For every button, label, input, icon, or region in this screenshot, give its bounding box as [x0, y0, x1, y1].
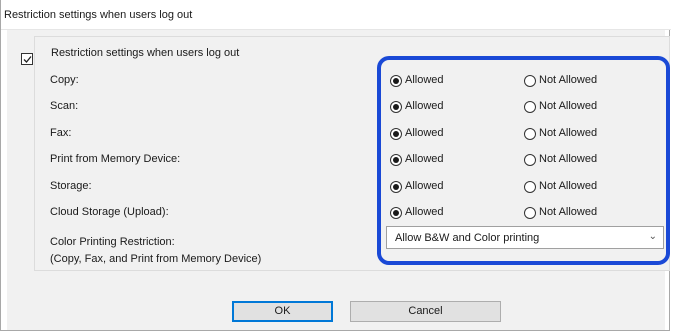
- radio-not-allowed-label[interactable]: Not Allowed: [539, 180, 597, 192]
- color-restriction-label: Color Printing Restriction:: [50, 236, 175, 248]
- radio-not-allowed-storage[interactable]: [524, 181, 536, 193]
- radio-not-allowed-label[interactable]: Not Allowed: [539, 74, 597, 86]
- radio-not-allowed-copy[interactable]: [524, 75, 536, 87]
- row-label-copy: Copy:: [50, 74, 79, 86]
- radio-not-allowed-cloud-storage-upload[interactable]: [524, 207, 536, 219]
- radio-not-allowed-label[interactable]: Not Allowed: [539, 153, 597, 165]
- radio-allowed-scan[interactable]: [390, 101, 402, 113]
- radio-not-allowed-scan[interactable]: [524, 101, 536, 113]
- radio-not-allowed-print-from-memory-device[interactable]: [524, 154, 536, 166]
- row-label-cloud-storage-upload: Cloud Storage (Upload):: [50, 206, 169, 218]
- radio-not-allowed-label[interactable]: Not Allowed: [539, 100, 597, 112]
- color-printing-restriction-value: Allow B&W and Color printing: [395, 232, 540, 244]
- radio-allowed-fax[interactable]: [390, 128, 402, 140]
- title-bar: Restriction settings when users log out: [1, 0, 671, 30]
- radio-allowed-label[interactable]: Allowed: [405, 74, 444, 86]
- radio-allowed-cloud-storage-upload[interactable]: [390, 207, 402, 219]
- restriction-group-label: Restriction settings when users log out: [51, 47, 240, 59]
- radio-not-allowed-label[interactable]: Not Allowed: [539, 206, 597, 218]
- color-restriction-sublabel: (Copy, Fax, and Print from Memory Device…: [50, 253, 262, 265]
- restriction-master-checkbox[interactable]: [21, 53, 33, 65]
- radio-not-allowed-fax[interactable]: [524, 128, 536, 140]
- radio-allowed-print-from-memory-device[interactable]: [390, 154, 402, 166]
- radio-allowed-storage[interactable]: [390, 181, 402, 193]
- radio-allowed-label[interactable]: Allowed: [405, 100, 444, 112]
- checkmark-icon: [23, 56, 32, 63]
- row-label-fax: Fax:: [50, 127, 72, 139]
- window-title: Restriction settings when users log out: [4, 9, 193, 21]
- radio-allowed-label[interactable]: Allowed: [405, 127, 444, 139]
- chevron-down-icon: ⌄: [648, 231, 657, 242]
- row-label-print-from-memory-device: Print from Memory Device:: [50, 153, 181, 165]
- row-label-storage: Storage:: [50, 180, 92, 192]
- row-label-scan: Scan:: [50, 100, 79, 112]
- radio-allowed-label[interactable]: Allowed: [405, 206, 444, 218]
- radio-allowed-label[interactable]: Allowed: [405, 180, 444, 192]
- radio-allowed-copy[interactable]: [390, 75, 402, 87]
- radio-allowed-label[interactable]: Allowed: [405, 153, 444, 165]
- cancel-button[interactable]: Cancel: [350, 301, 501, 322]
- ok-button[interactable]: OK: [232, 301, 333, 322]
- color-printing-restriction-select[interactable]: Allow B&W and Color printing ⌄: [386, 226, 664, 249]
- radio-not-allowed-label[interactable]: Not Allowed: [539, 127, 597, 139]
